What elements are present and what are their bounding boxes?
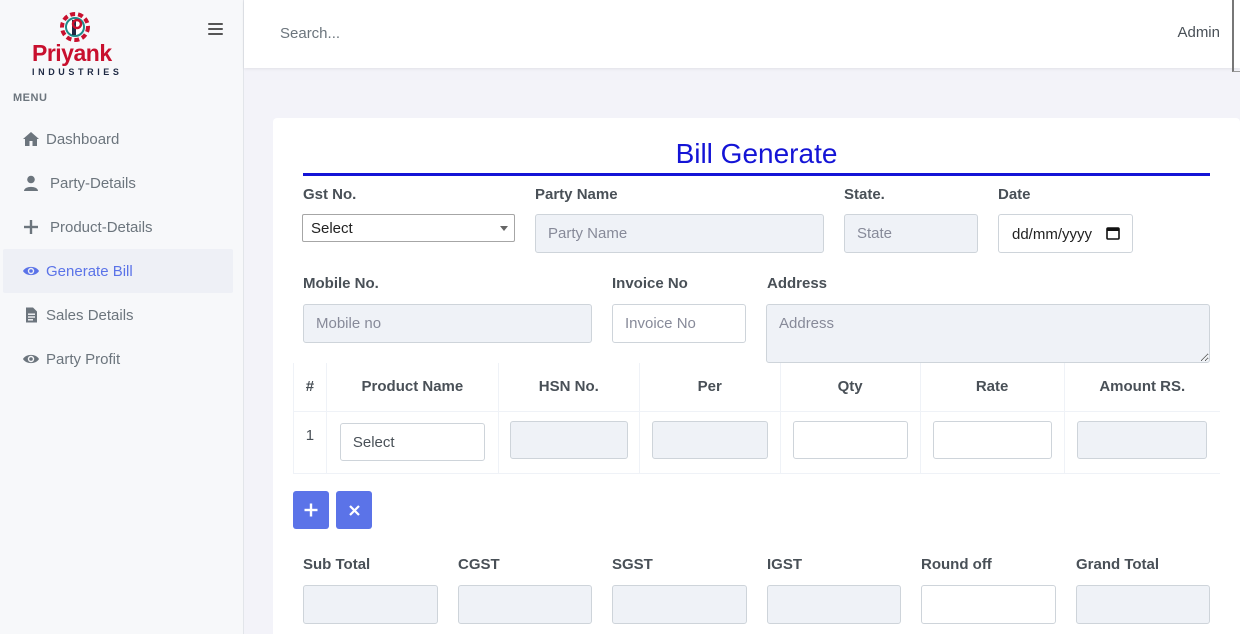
scrollbar[interactable] — [1232, 0, 1240, 72]
row-index: 1 — [293, 411, 327, 474]
mobile-field[interactable] — [303, 304, 592, 343]
invoice-field[interactable] — [612, 304, 746, 343]
sidebar-item-party-details[interactable]: Party-Details — [3, 161, 233, 205]
sidebar-item-label: Generate Bill — [46, 262, 133, 280]
igst-label: IGST — [767, 556, 803, 573]
grand-total-label: Grand Total — [1076, 556, 1160, 573]
home-icon — [20, 130, 42, 148]
sidebar-item-label: Dashboard — [46, 130, 120, 148]
hsn-cell — [497, 411, 640, 474]
state-field[interactable] — [844, 214, 978, 253]
amount-field[interactable] — [1077, 421, 1208, 459]
sidebar-nav: Dashboard Party-Details Product-Details … — [3, 117, 233, 381]
sidebar-item-party-profit[interactable]: Party Profit — [3, 337, 233, 381]
menu-toggle-icon[interactable] — [208, 23, 224, 39]
table-header: Product Name — [325, 363, 499, 412]
party-name-field[interactable] — [535, 214, 824, 253]
bill-form-card: Bill Generate Gst No. Select Party Name … — [273, 118, 1240, 634]
grand-total-field[interactable] — [1076, 585, 1210, 624]
gst-label: Gst No. — [303, 186, 357, 203]
per-cell — [638, 411, 781, 474]
brand-logo[interactable]: Priyank INDUSTRIES — [28, 8, 128, 80]
search-input[interactable] — [280, 20, 580, 46]
invoice-label: Invoice No — [612, 275, 688, 292]
sgst-field[interactable] — [612, 585, 747, 624]
table-header: Per — [638, 363, 781, 412]
per-field[interactable] — [651, 421, 768, 459]
title-divider — [303, 173, 1210, 176]
topbar: Admin — [244, 0, 1240, 72]
table-header: HSN No. — [497, 363, 640, 412]
table-header: Qty — [779, 363, 921, 412]
product-table: # Product Name HSN No. Per Qty Rate Amou… — [293, 363, 1220, 474]
date-field[interactable]: dd/mm/yyyy — [998, 214, 1133, 253]
sub-total-field[interactable] — [303, 585, 438, 624]
address-field[interactable] — [766, 304, 1210, 363]
qty-field[interactable] — [792, 421, 908, 459]
user-icon — [20, 174, 42, 192]
menu-title: MENU — [13, 92, 48, 104]
hsn-field[interactable] — [509, 421, 628, 459]
sidebar-item-label: Product-Details — [50, 218, 153, 236]
eye-icon — [20, 262, 42, 280]
qty-cell — [779, 411, 921, 474]
product-select[interactable]: Select — [339, 423, 485, 461]
sidebar-item-generate-bill[interactable]: Generate Bill — [3, 249, 233, 293]
round-off-label: Round off — [921, 556, 992, 573]
sgst-label: SGST — [612, 556, 653, 573]
product-cell: Select — [325, 411, 499, 474]
eye-icon — [20, 350, 42, 368]
round-off-field[interactable] — [921, 585, 1056, 624]
sidebar-item-product-details[interactable]: Product-Details — [3, 205, 233, 249]
sidebar-item-sales-details[interactable]: Sales Details — [3, 293, 233, 337]
rate-field[interactable] — [932, 421, 1052, 459]
plus-icon — [304, 503, 318, 517]
sub-total-label: Sub Total — [303, 556, 371, 573]
sidebar-item-label: Sales Details — [46, 306, 134, 324]
chevron-down-icon — [500, 226, 508, 231]
table-header: Rate — [919, 363, 1065, 412]
user-menu[interactable]: Admin — [1177, 24, 1220, 41]
table-header: # — [293, 363, 327, 412]
address-label: Address — [767, 275, 828, 292]
rate-cell — [919, 411, 1065, 474]
brand-name: Priyank — [32, 40, 112, 66]
gst-select[interactable]: Select — [302, 214, 515, 242]
cgst-field[interactable] — [458, 585, 592, 624]
sidebar-item-dashboard[interactable]: Dashboard — [3, 117, 233, 161]
table-header: Amount RS. — [1063, 363, 1220, 412]
calendar-icon[interactable] — [1106, 226, 1120, 240]
gear-logo-icon — [60, 12, 90, 42]
party-name-label: Party Name — [535, 186, 618, 203]
date-label: Date — [998, 186, 1031, 203]
remove-row-button[interactable] — [336, 491, 372, 529]
add-row-button[interactable] — [293, 491, 329, 529]
page-title: Bill Generate — [675, 138, 838, 169]
amount-cell — [1063, 411, 1220, 474]
cgst-label: CGST — [458, 556, 500, 573]
sidebar-item-label: Party-Details — [50, 174, 136, 192]
gst-select-value: Select — [311, 220, 353, 237]
date-value: dd/mm/yyyy — [1012, 226, 1093, 243]
close-icon — [348, 504, 360, 516]
document-icon — [20, 306, 42, 324]
sidebar-item-label: Party Profit — [46, 350, 121, 368]
table-row: 1 Select — [293, 411, 1220, 474]
table-header-row: # Product Name HSN No. Per Qty Rate Amou… — [293, 363, 1220, 412]
mobile-label: Mobile No. — [303, 275, 379, 292]
plus-icon — [20, 218, 42, 236]
igst-field[interactable] — [767, 585, 901, 624]
state-label: State. — [844, 186, 885, 203]
sidebar: Priyank INDUSTRIES MENU Dashboard Party-… — [0, 0, 244, 634]
brand-subtitle: INDUSTRIES — [32, 67, 123, 77]
